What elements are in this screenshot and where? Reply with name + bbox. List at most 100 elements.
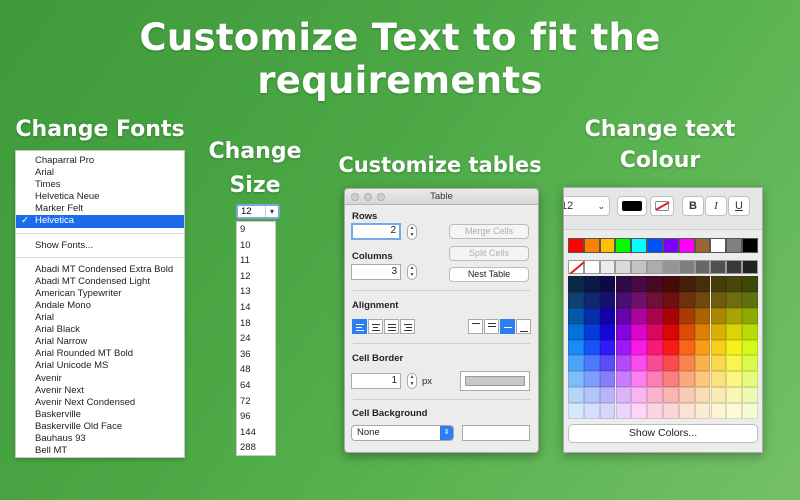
font-menu-item[interactable]: Baskerville Old Face [16, 421, 184, 433]
size-option[interactable]: 12 [237, 269, 275, 285]
color-swatch[interactable] [710, 403, 727, 419]
color-swatch[interactable] [568, 387, 584, 404]
color-swatch[interactable] [583, 355, 600, 372]
font-menu-item[interactable]: Bauhaus 93 [16, 433, 184, 445]
color-swatch[interactable] [599, 323, 616, 340]
color-swatch[interactable] [631, 307, 648, 324]
color-swatch[interactable] [663, 291, 679, 308]
color-swatch[interactable] [647, 387, 663, 404]
color-swatch[interactable] [568, 371, 584, 388]
color-swatch[interactable] [662, 260, 679, 274]
color-swatch[interactable] [583, 291, 600, 308]
color-swatch[interactable] [694, 307, 711, 324]
font-menu-item[interactable]: Andale Mono [16, 300, 184, 312]
color-swatch[interactable] [599, 371, 616, 388]
color-swatch[interactable] [631, 403, 648, 419]
color-swatch[interactable] [710, 355, 727, 372]
font-menu-item[interactable]: Arial [16, 167, 184, 179]
color-swatch[interactable] [647, 276, 663, 292]
nest-table-button[interactable]: Nest Table [449, 267, 529, 282]
color-swatch[interactable] [694, 371, 711, 388]
font-menu-item[interactable]: Marker Felt [16, 203, 184, 215]
color-swatch[interactable] [615, 323, 632, 340]
color-swatch[interactable] [742, 403, 758, 419]
color-swatch[interactable] [568, 307, 584, 324]
color-swatch[interactable] [678, 403, 695, 419]
no-color-swatch[interactable] [568, 260, 585, 275]
color-swatch[interactable] [647, 355, 663, 372]
color-swatch[interactable] [615, 387, 632, 404]
color-swatch[interactable] [742, 355, 758, 372]
color-swatch[interactable] [726, 260, 743, 274]
border-color-well[interactable] [460, 371, 530, 391]
color-swatch[interactable] [678, 355, 695, 372]
color-swatch[interactable] [726, 355, 743, 372]
color-swatch[interactable] [583, 307, 600, 324]
color-swatch[interactable] [742, 260, 758, 274]
color-swatch[interactable] [583, 387, 600, 404]
color-swatch[interactable] [631, 355, 648, 372]
font-menu-item[interactable]: Arial Unicode MS [16, 360, 184, 372]
color-swatch[interactable] [710, 323, 727, 340]
show-colors-button[interactable]: Show Colors... [568, 424, 758, 443]
color-swatch[interactable] [726, 387, 743, 404]
font-menu-item[interactable]: Avenir [16, 373, 184, 385]
color-swatch[interactable] [583, 238, 600, 253]
color-swatch[interactable] [694, 387, 711, 404]
color-swatch[interactable] [678, 339, 695, 356]
color-swatch[interactable] [615, 238, 632, 253]
size-option[interactable]: 96 [237, 409, 275, 425]
size-option[interactable]: 18 [237, 316, 275, 332]
color-swatch[interactable] [694, 260, 711, 274]
color-swatch[interactable] [599, 276, 616, 292]
color-swatch[interactable] [615, 355, 632, 372]
color-swatch[interactable] [599, 238, 616, 253]
chevron-down-icon[interactable]: ▾ [265, 206, 278, 217]
size-option[interactable]: 13 [237, 284, 275, 300]
color-swatch[interactable] [678, 371, 695, 388]
color-swatch[interactable] [678, 307, 695, 324]
font-menu-item[interactable]: American Typewriter [16, 288, 184, 300]
color-swatch[interactable] [710, 307, 727, 324]
color-swatch[interactable] [599, 260, 616, 274]
color-swatch[interactable] [615, 307, 632, 324]
color-swatch[interactable] [647, 371, 663, 388]
color-swatch[interactable] [726, 291, 743, 308]
color-swatch[interactable] [663, 403, 679, 419]
font-size-popup[interactable]: 12 ⌄ [564, 196, 610, 216]
color-swatch[interactable] [710, 339, 727, 356]
valign-bottom-icon[interactable] [516, 319, 531, 334]
color-swatch[interactable] [663, 355, 679, 372]
color-swatch[interactable] [710, 260, 727, 274]
italic-button[interactable]: I [705, 196, 727, 216]
font-menu-item-selected[interactable]: ✓ Helvetica [16, 215, 184, 228]
align-left-icon[interactable] [352, 319, 367, 334]
color-swatch[interactable] [742, 323, 758, 340]
color-swatch[interactable] [663, 339, 679, 356]
font-menu-item[interactable]: Arial [16, 312, 184, 324]
color-swatch[interactable] [631, 387, 648, 404]
color-swatch[interactable] [694, 323, 711, 340]
color-swatch[interactable] [694, 339, 711, 356]
color-swatch[interactable] [599, 387, 616, 404]
color-swatch[interactable] [647, 403, 663, 419]
color-swatch[interactable] [615, 291, 632, 308]
font-menu-item[interactable]: Abadi MT Condensed Light [16, 276, 184, 288]
color-swatch[interactable] [583, 403, 600, 419]
bold-button[interactable]: B [682, 196, 704, 216]
color-swatch[interactable] [568, 238, 584, 253]
color-swatch[interactable] [710, 387, 727, 404]
color-swatch[interactable] [710, 276, 727, 292]
color-swatch[interactable] [694, 291, 711, 308]
size-combo-box[interactable]: 12 ▾ [236, 204, 280, 219]
color-swatch[interactable] [726, 307, 743, 324]
align-justify-icon[interactable] [384, 319, 399, 334]
color-swatch[interactable] [615, 260, 632, 274]
color-swatch[interactable] [599, 307, 616, 324]
background-color-well[interactable] [462, 425, 530, 441]
show-fonts-item[interactable]: Show Fonts... [16, 240, 184, 252]
valign-middle-icon[interactable] [500, 319, 515, 334]
color-swatch[interactable] [647, 291, 663, 308]
font-menu-item[interactable]: Arial Black [16, 324, 184, 336]
color-swatch[interactable] [583, 260, 600, 274]
